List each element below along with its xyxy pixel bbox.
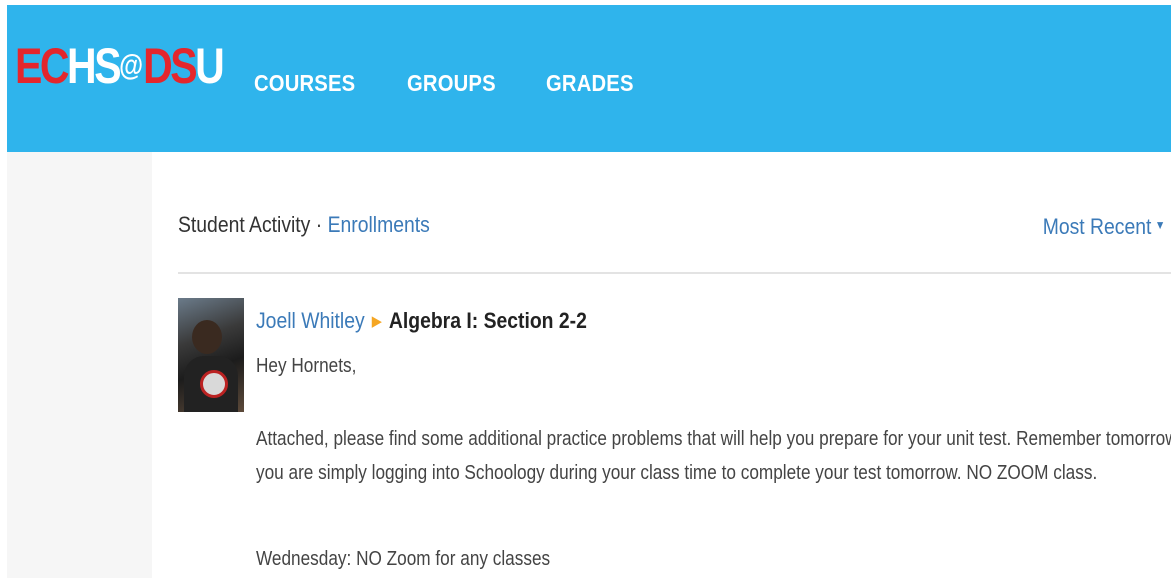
- avatar[interactable]: [178, 298, 244, 412]
- sort-dropdown[interactable]: Most Recent ▼: [1042, 214, 1165, 240]
- post-note: Wednesday: NO Zoom for any classes: [256, 548, 551, 570]
- logo-part: @: [119, 49, 144, 82]
- course-link[interactable]: Algebra I: Section 2-2: [389, 308, 587, 333]
- nav-groups[interactable]: GROUPS: [407, 70, 496, 97]
- author-link[interactable]: Joell Whitley: [256, 308, 365, 333]
- logo-part: DS: [143, 38, 198, 94]
- main-content: Student Activity · Enrollments Most Rece…: [152, 152, 1171, 578]
- avatar-patch: [200, 370, 228, 398]
- activity-header: Student Activity · Enrollments: [178, 212, 430, 238]
- logo-part: EC: [15, 38, 70, 94]
- caret-down-icon: ▼: [1154, 218, 1165, 232]
- post-meta: Joell Whitley ▶ Algebra I: Section 2-2: [256, 308, 587, 334]
- triangle-right-icon: ▶: [371, 313, 382, 330]
- divider: [178, 272, 1171, 274]
- post-paragraph-line: Attached, please find some additional pr…: [256, 428, 1171, 450]
- logo-part: U: [195, 38, 225, 94]
- left-sidebar: [7, 152, 152, 578]
- nav-courses[interactable]: COURSES: [254, 70, 355, 97]
- nav-grades[interactable]: GRADES: [546, 70, 634, 97]
- post-greeting: Hey Hornets,: [256, 355, 357, 377]
- post-paragraph: Attached, please find some additional pr…: [256, 422, 1171, 490]
- sort-label: Most Recent: [1042, 214, 1152, 239]
- logo-part: HS: [67, 38, 122, 94]
- activity-title: Student Activity ·: [178, 212, 323, 237]
- avatar-face: [192, 320, 222, 354]
- echs-dsu-logo[interactable]: ECHS@DSU: [15, 38, 225, 94]
- post-paragraph-line: you are simply logging into Schoology du…: [256, 462, 1098, 484]
- enrollments-link[interactable]: Enrollments: [328, 212, 430, 237]
- main-nav: COURSES GROUPS GRADES: [254, 70, 646, 97]
- top-navigation-bar: ECHS@DSU COURSES GROUPS GRADES: [7, 5, 1171, 152]
